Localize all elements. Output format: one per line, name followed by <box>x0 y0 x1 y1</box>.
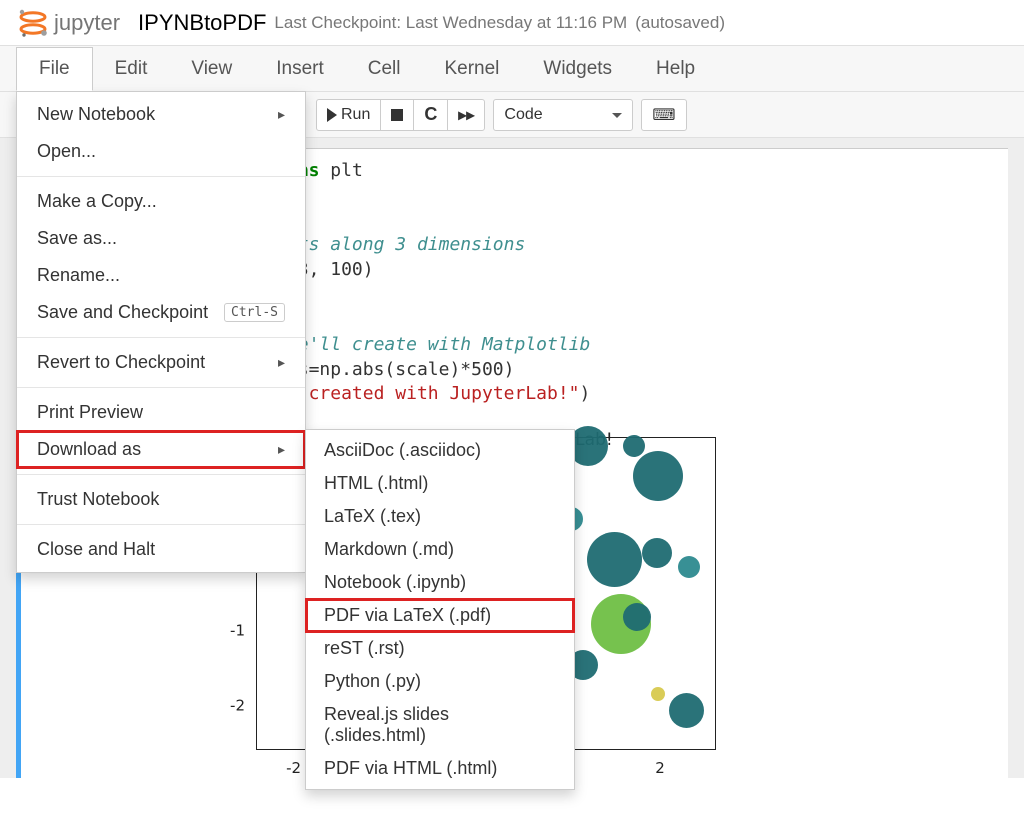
menu-insert[interactable]: Insert <box>254 48 346 90</box>
menu-view[interactable]: View <box>169 48 254 90</box>
download-format-item[interactable]: PDF via HTML (.html) <box>306 752 574 785</box>
download-format-item[interactable]: Python (.py) <box>306 665 574 698</box>
restart-button[interactable]: C <box>413 99 448 131</box>
notebook-name[interactable]: IPYNBtoPDF <box>138 10 266 36</box>
menu-item-label: Open... <box>37 141 96 162</box>
download-format-item[interactable]: PDF via LaTeX (.pdf) <box>306 599 574 632</box>
celltype-select[interactable]: Code <box>493 99 633 131</box>
fast-forward-icon: ▸▸ <box>458 105 474 125</box>
file-menu-dropdown: New Notebook Open... Make a Copy... Save as… <box>16 91 306 573</box>
download-as-submenu: AsciiDoc (.asciidoc)HTML (.html)LaTeX (.… <box>305 429 575 790</box>
notebook-header: jupyter IPYNBtoPDF Last Checkpoint: Last… <box>0 0 1024 46</box>
run-label: Run <box>341 106 370 124</box>
command-palette-button[interactable]: ⌨ <box>641 99 686 131</box>
menu-item-label: Rename... <box>37 265 120 286</box>
menu-file[interactable]: File <box>16 47 93 91</box>
menu-cell[interactable]: Cell <box>346 48 423 90</box>
logo-text: jupyter <box>54 10 120 36</box>
download-format-item[interactable]: LaTeX (.tex) <box>306 500 574 533</box>
download-format-item[interactable]: Notebook (.ipynb) <box>306 566 574 599</box>
file-menu-item[interactable]: Save and Checkpoint Ctrl-S <box>17 294 305 331</box>
menu-item-label: Make a Copy... <box>37 191 157 212</box>
y-tick: -1 <box>215 621 245 642</box>
download-format-item[interactable]: Markdown (.md) <box>306 533 574 566</box>
file-menu-item[interactable]: Trust Notebook <box>17 481 305 518</box>
shortcut-badge: Ctrl-S <box>224 303 285 322</box>
interrupt-button[interactable] <box>380 99 414 131</box>
data-point <box>623 435 645 457</box>
jupyter-logo[interactable]: jupyter <box>16 6 120 40</box>
file-menu-item[interactable]: Download as <box>17 431 305 468</box>
keyboard-icon: ⌨ <box>652 105 675 125</box>
menu-help[interactable]: Help <box>634 48 717 90</box>
restart-icon: C <box>424 104 437 125</box>
autosave-status: (autosaved) <box>635 13 725 33</box>
menu-item-label: Save as... <box>37 228 117 249</box>
menu-item-label: Print Preview <box>37 402 143 423</box>
restart-run-all-button[interactable]: ▸▸ <box>447 99 485 131</box>
menu-item-label: Close and Halt <box>37 539 155 560</box>
menu-item-label: Trust Notebook <box>37 489 159 510</box>
download-format-item[interactable]: reST (.rst) <box>306 632 574 665</box>
menubar: File Edit View Insert Cell Kernel Widget… <box>0 46 1024 92</box>
download-format-item[interactable]: Reveal.js slides (.slides.html) <box>306 698 574 752</box>
checkpoint-status: Last Checkpoint: Last Wednesday at 11:16… <box>274 13 627 33</box>
file-menu-item[interactable]: Rename... <box>17 257 305 294</box>
data-point <box>642 538 672 568</box>
file-menu-item[interactable]: Print Preview <box>17 394 305 431</box>
file-menu-item[interactable]: Make a Copy... <box>17 183 305 220</box>
download-format-item[interactable]: AsciiDoc (.asciidoc) <box>306 434 574 467</box>
file-menu-item[interactable]: Open... <box>17 133 305 170</box>
menu-item-label: New Notebook <box>37 104 155 125</box>
data-point <box>678 556 700 578</box>
menu-item-label: Revert to Checkpoint <box>37 352 205 373</box>
x-tick: 2 <box>645 758 675 779</box>
data-point <box>651 687 665 701</box>
menu-item-label: Save and Checkpoint <box>37 302 208 323</box>
menu-item-label: Download as <box>37 439 141 460</box>
stop-icon <box>391 109 403 121</box>
menu-widgets[interactable]: Widgets <box>521 48 634 90</box>
file-menu-item[interactable]: Save as... <box>17 220 305 257</box>
play-icon <box>327 108 337 122</box>
run-button[interactable]: Run <box>316 99 381 131</box>
file-menu-item[interactable]: New Notebook <box>17 96 305 133</box>
y-tick: -2 <box>215 695 245 716</box>
menu-edit[interactable]: Edit <box>93 48 170 90</box>
download-format-item[interactable]: HTML (.html) <box>306 467 574 500</box>
file-menu-item[interactable]: Revert to Checkpoint <box>17 344 305 381</box>
data-point <box>633 451 683 501</box>
data-point <box>669 693 704 728</box>
menu-kernel[interactable]: Kernel <box>422 48 521 90</box>
celltype-value: Code <box>504 106 542 124</box>
file-menu-item[interactable]: Close and Halt <box>17 531 305 568</box>
data-point <box>587 532 642 587</box>
